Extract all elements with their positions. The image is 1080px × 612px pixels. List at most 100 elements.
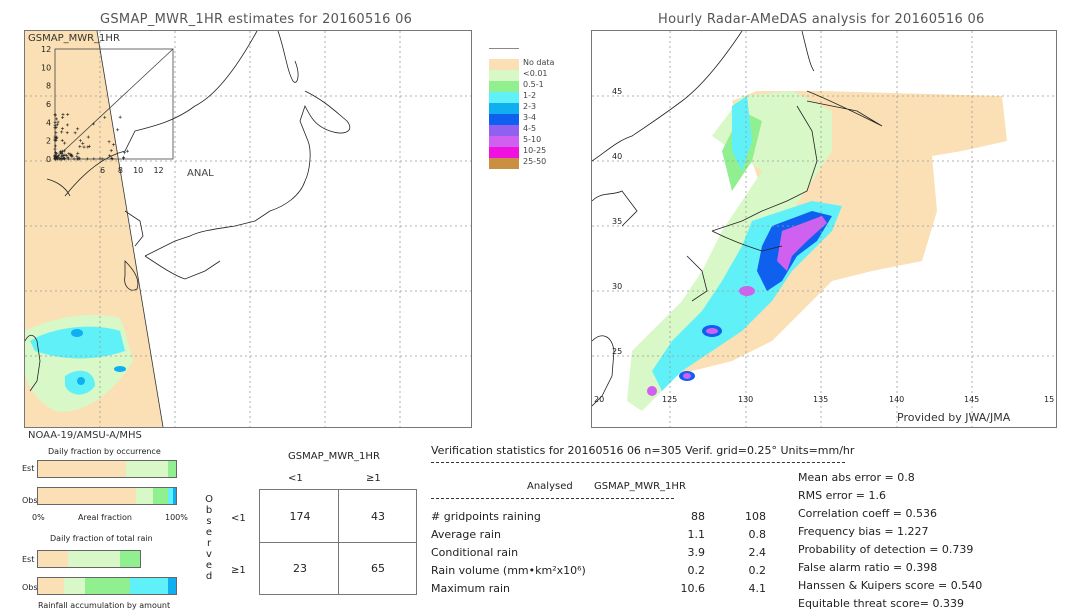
legend-label: 5-10 <box>523 135 542 144</box>
observed-side-label: Observed <box>204 494 214 582</box>
legend-label: 25-50 <box>523 157 547 166</box>
contingency-col-lt1: <1 <box>288 473 303 484</box>
scatter-point <box>78 145 82 149</box>
occurrence-obs-label: Obs <box>22 496 38 505</box>
lat-tick-40: 40 <box>612 152 623 161</box>
contingency-table: 174 43 23 65 <box>259 489 417 595</box>
scatter-point <box>61 112 65 116</box>
occurrence-est-bar <box>37 460 177 478</box>
bar-segment <box>38 578 65 594</box>
bar-segment <box>64 578 85 594</box>
col-analysed: Analysed <box>527 481 573 492</box>
scatter-plot: 0 2 4 6 8 10 12 <box>41 45 174 164</box>
scatter-point <box>75 154 79 158</box>
scatter-point <box>63 153 67 157</box>
left-map-title: GSMAP_MWR_1HR estimates for 20160516 06 <box>100 12 413 27</box>
bar-segment <box>135 488 153 504</box>
bar-segment <box>84 578 131 594</box>
side-label-char: r <box>206 538 212 549</box>
lon-tick-135: 135 <box>813 395 829 404</box>
cell-obs-lt1-est-lt1: 174 <box>289 510 311 523</box>
scatter-points <box>53 112 129 161</box>
lon-tick-125: 125 <box>662 395 678 404</box>
legend-swatch <box>489 92 519 103</box>
rain-cell <box>706 328 718 334</box>
occurrence-axis-label: Areal fraction <box>78 513 132 522</box>
scatter-point <box>53 113 57 117</box>
side-label-char: v <box>206 549 212 560</box>
stat-analysed: 3.9 <box>687 546 706 559</box>
cell-obs-ge1-est-ge1: 65 <box>371 562 385 575</box>
bar-segment <box>38 551 68 567</box>
score-line: False alarm ratio = 0.398 <box>798 561 938 574</box>
scatter-point <box>58 151 62 155</box>
stat-label: Rain volume (mm•km²x10⁶) <box>431 564 586 577</box>
scatter-point <box>87 144 91 148</box>
scatter-point <box>85 157 89 161</box>
occurrence-axis-right: 100% <box>165 513 188 522</box>
scatter-point <box>116 128 120 132</box>
scatter-point <box>73 131 77 135</box>
scatter-point <box>108 154 112 158</box>
stat-label: Average rain <box>431 528 501 541</box>
rain-cell <box>683 373 691 379</box>
inset-x-tick: 8 <box>117 166 123 175</box>
scatter-point <box>65 131 69 135</box>
bar-segment <box>67 551 120 567</box>
occurrence-title: Daily fraction by occurrence <box>48 447 161 456</box>
contingency-header: GSMAP_MWR_1HR <box>288 451 380 462</box>
right-map-title: Hourly Radar-AMeDAS analysis for 2016051… <box>658 12 985 27</box>
contingency-row-lt1: <1 <box>231 513 246 524</box>
legend-swatch <box>489 59 519 70</box>
lat-tick-30: 30 <box>612 282 623 291</box>
bar-segment <box>167 578 176 594</box>
side-label-char: e <box>205 527 213 538</box>
side-label-char: d <box>205 571 213 582</box>
stat-model: 4.1 <box>748 582 767 595</box>
legend-swatch <box>489 81 519 92</box>
side-label-char: b <box>205 505 213 516</box>
scatter-inset: GSMAP_MWR_1HR 0 2 4 6 8 10 12 <box>25 31 175 166</box>
legend-swatch <box>489 158 519 169</box>
scatter-point <box>60 139 64 143</box>
lat-tick-20: 20 <box>594 395 605 404</box>
rain-area-heavy <box>71 329 83 337</box>
scatter-point <box>109 149 113 153</box>
left-map: GSMAP_MWR_1HR 0 2 4 6 8 10 12 6 8 10 12 ANAL <box>24 30 472 428</box>
bar-segment <box>152 488 168 504</box>
lon-tick-140: 140 <box>889 395 905 404</box>
right-map-canvas <box>592 31 1056 427</box>
legend-swatch <box>489 103 519 114</box>
inset-x-ticks: 6 8 10 12 <box>100 166 164 175</box>
scatter-point <box>53 147 57 151</box>
stat-model: 108 <box>745 510 766 523</box>
inset-x-tick: 12 <box>153 166 164 175</box>
total-rain-est-label: Est <box>22 555 35 564</box>
score-line: Correlation coeff = 0.536 <box>798 507 937 520</box>
inset-y-tick: 8 <box>46 82 51 91</box>
inset-y-tick: 12 <box>41 45 51 54</box>
scatter-point <box>65 123 69 127</box>
bar-segment <box>130 578 168 594</box>
stat-analysed: 10.6 <box>680 582 706 595</box>
col-model: GSMAP_MWR_1HR <box>594 481 686 492</box>
scatter-point <box>61 116 65 120</box>
legend-swatch <box>489 147 519 158</box>
scatter-point <box>76 151 80 155</box>
inset-x-tick: 10 <box>133 166 144 175</box>
lon-tick-145: 145 <box>964 395 980 404</box>
score-line: Frequency bias = 1.227 <box>798 525 929 538</box>
scatter-point <box>66 157 70 161</box>
legend-label: 0.5-1 <box>523 80 544 89</box>
divider <box>431 462 845 463</box>
score-line: Equitable threat score= 0.339 <box>798 597 964 610</box>
lat-tick-35: 35 <box>612 217 623 226</box>
occurrence-obs-bar <box>37 487 177 505</box>
color-legend: No data <0.01 0.5-1 1-2 2-3 3-4 4-5 5-10 10-25 25… <box>489 48 559 198</box>
bar-segment <box>126 461 168 477</box>
contingency-row-ge1: ≥1 <box>231 565 246 576</box>
rain-cell <box>647 386 657 396</box>
total-rain-footer: Rainfall accumulation by amount <box>38 601 171 610</box>
stat-label: Maximum rain <box>431 582 510 595</box>
scatter-point <box>54 117 58 121</box>
